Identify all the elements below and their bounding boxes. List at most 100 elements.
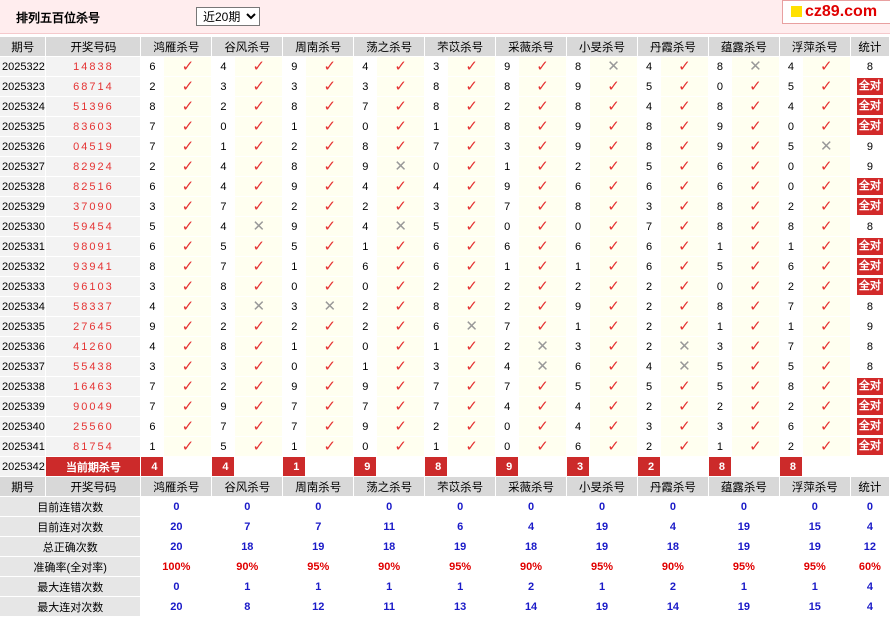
draw-number-cell: 16463 [45,376,142,397]
check-icon-cell: ✓ [305,76,355,97]
kill-number-cell: 2 [282,196,307,217]
kill-number-cell: 2 [708,396,732,417]
total-cell: 全对 [850,236,890,257]
kill-number-cell: 3 [211,356,236,377]
check-icon: ✓ [323,198,337,215]
check-icon-cell: ✓ [447,156,497,177]
check-icon-cell: ✓ [518,276,568,297]
check-icon: ✓ [820,78,833,95]
table-row: 2025330 59454 5 ✓ 4 ✕ 9 ✓ 4 ✕ 5 ✓ 0 ✓ 0 ✓ 7 ✓ 8 ✓ 8 ✓ 8 [0,216,890,237]
stat-value: 0 [779,496,851,517]
check-icon-cell: ✓ [447,256,497,277]
kill-number-cell: 8 [637,136,661,157]
period-select[interactable]: 近20期 [196,7,260,26]
kill-number-cell: 5 [779,356,803,377]
check-icon: ✓ [465,98,478,115]
kill-number-cell: 8 [566,96,591,117]
table-row: 2025323 68714 2 ✓ 3 ✓ 3 ✓ 3 ✓ 8 ✓ 8 ✓ 9 ✓ 5 ✓ 0 ✓ 5 ✓ 全对 [0,76,890,97]
kill-number-cell: 5 [140,216,165,237]
check-icon-cell: ✓ [589,376,638,397]
check-icon: ✓ [181,238,195,255]
check-icon: ✓ [678,178,691,195]
check-icon: ✓ [536,58,549,75]
check-icon: ✓ [181,418,195,435]
check-icon-cell: ✓ [234,136,284,157]
check-icon-cell: ✓ [376,256,426,277]
stat-value: 0 [140,496,213,517]
check-icon: ✓ [181,78,195,95]
stat-label: 最大连对次数 [0,596,142,617]
kill-number-cell: 4 [140,336,165,357]
total-cell: 全对 [850,436,890,457]
kill-number-cell: 4 [211,216,236,237]
kill-number-cell: 3 [353,76,378,97]
check-icon: ✓ [678,78,691,95]
check-icon-cell: ✓ [163,136,213,157]
kill-number-cell: 7 [424,396,449,417]
kill-number-cell: 9 [708,116,732,137]
check-icon-cell: ✓ [731,316,780,337]
kill-number-cell: 1 [424,436,449,457]
stat-value: 0 [708,496,780,517]
check-icon: ✓ [749,98,762,115]
check-icon: ✓ [749,438,762,455]
kill-number-cell: 8 [566,196,591,217]
check-icon-cell: ✓ [518,136,568,157]
check-icon-cell: ✓ [234,156,284,177]
check-icon: ✓ [252,358,266,375]
stat-value: 19 [566,516,638,537]
check-icon: ✓ [181,178,195,195]
check-icon: ✓ [181,438,195,455]
check-icon-cell: ✓ [518,116,568,137]
table-row: 2025332 93941 8 ✓ 7 ✓ 1 ✓ 6 ✓ 6 ✓ 1 ✓ 1 ✓ 6 ✓ 5 ✓ 6 ✓ 全对 [0,256,890,277]
kill-number-cell: 2 [495,276,520,297]
stat-value: 11 [353,516,426,537]
check-icon-cell: ✓ [660,136,709,157]
stat-value: 90% [637,556,709,577]
check-icon-cell: ✓ [305,216,355,237]
site-logo[interactable]: cz89.com [782,0,890,24]
check-icon: ✓ [394,58,407,75]
cross-icon-cell: ✕ [731,56,780,77]
check-icon: ✓ [607,98,620,115]
kill-number-cell: 1 [566,256,591,277]
kill-number-cell: 3 [708,336,732,357]
check-icon-cell: ✓ [518,196,568,217]
issue-cell: 2025339 [0,396,47,417]
check-icon: ✓ [607,238,620,255]
check-icon: ✓ [678,398,691,415]
table-row: 2025335 27645 9 ✓ 2 ✓ 2 ✓ 2 ✓ 6 ✕ 7 ✓ 1 ✓ 2 ✓ 1 ✓ 1 ✓ 9 [0,316,890,337]
stat-value: 18 [637,536,709,557]
check-icon: ✓ [394,298,407,315]
check-icon-cell: ✓ [660,216,709,237]
total-cell: 9 [850,156,890,177]
kill-number-cell: 6 [566,436,591,457]
check-icon: ✓ [252,318,266,335]
check-icon-cell: ✓ [731,96,780,117]
check-icon: ✓ [181,278,195,295]
kill-number-cell: 4 [140,296,165,317]
issue-cell: 2025334 [0,296,47,317]
check-icon-cell: ✓ [447,336,497,357]
kill-number-cell: 9 [282,216,307,237]
kill-number-cell: 8 [211,276,236,297]
column-header: 鸿雁杀号 [140,37,213,57]
check-icon: ✓ [536,98,549,115]
cross-icon-cell: ✕ [376,216,426,237]
check-icon: ✓ [465,398,478,415]
check-icon-cell: ✓ [376,436,426,457]
check-icon-cell: ✓ [234,376,284,397]
table-header-row: 期号 开奖号码 鸿雁杀号 谷风杀号 周南杀号 荡之杀号 芣苡杀号 采薇杀号 小旻杀号 丹霞杀号 蕴露… [0,37,890,57]
draw-number-cell: 68714 [45,76,142,97]
issue-cell: 2025330 [0,216,47,237]
kill-number-cell: 2 [495,96,520,117]
draw-number-cell: 83603 [45,116,142,137]
stat-value: 90% [211,556,284,577]
kill-number-cell: 2 [566,276,591,297]
cross-icon: ✕ [252,298,266,315]
check-icon-cell: ✓ [163,276,213,297]
total-cell: 全对 [850,176,890,197]
kill-number-cell: 9 [353,376,378,397]
kill-number-cell: 9 [282,56,307,77]
issue-cell: 2025332 [0,256,47,277]
